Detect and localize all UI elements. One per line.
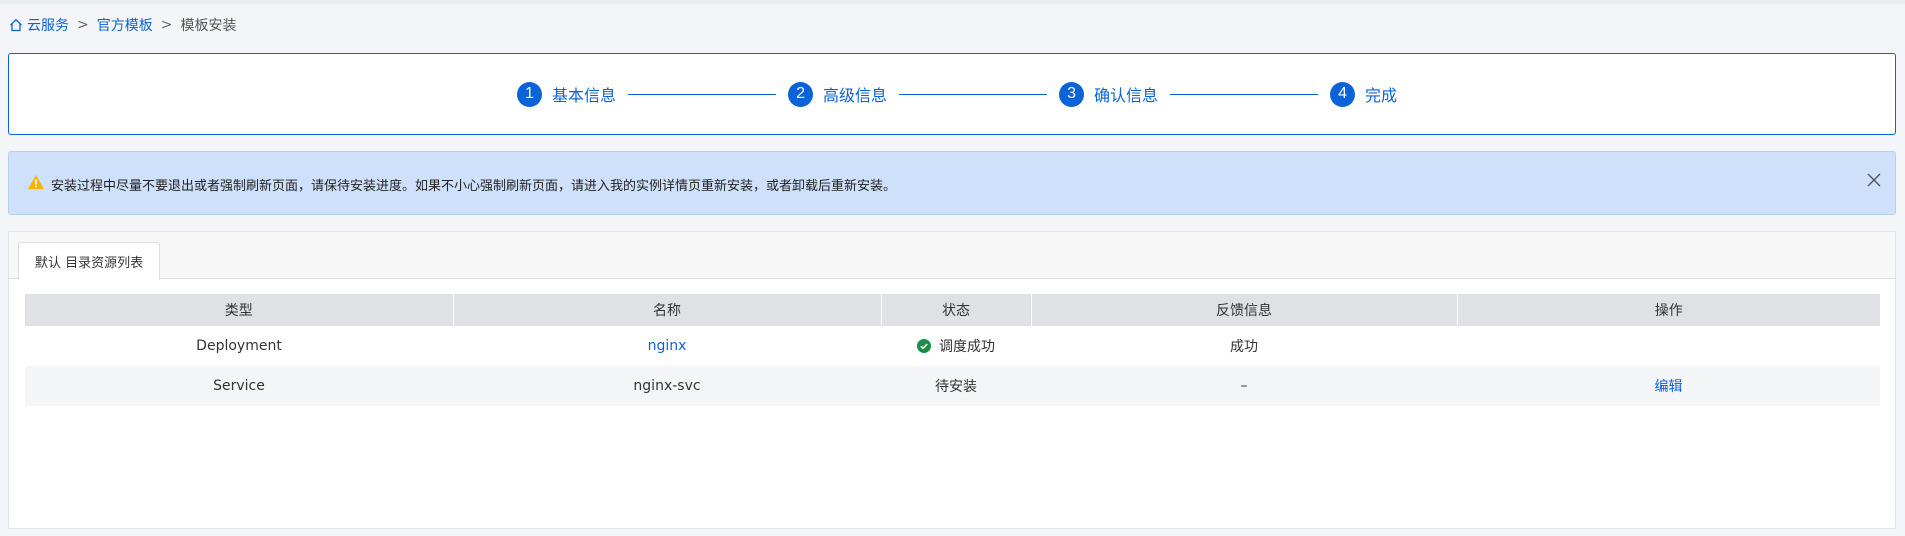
step-label: 基本信息: [552, 86, 617, 105]
alert-text: 安装过程中尽量不要退出或者强制刷新页面，请保待安装进度。如果不小心强制刷新页面，…: [51, 179, 897, 194]
status-text: 调度成功: [939, 338, 995, 355]
breadcrumb-official-template[interactable]: 官方模板: [97, 15, 153, 35]
close-icon[interactable]: [1863, 169, 1885, 191]
step-basic-info[interactable]: 1 基本信息: [517, 81, 617, 107]
check-circle-icon: [917, 338, 931, 353]
step-connector: [628, 93, 777, 95]
cell-action: [1457, 326, 1880, 366]
step-connector: [1170, 93, 1319, 95]
column-header-type: 类型: [25, 294, 454, 326]
step-label: 高级信息: [823, 86, 888, 105]
column-header-feedback: 反馈信息: [1031, 294, 1458, 326]
resource-panel: 默认 目录资源列表 类型 名称 状态 反馈信息 操作 Deployment ng…: [8, 231, 1896, 529]
column-header-action: 操作: [1457, 294, 1880, 326]
top-bar: [0, 0, 1905, 4]
cell-type: Service: [25, 366, 453, 406]
table-row: Service nginx-svc 待安装 – 编辑: [25, 366, 1880, 406]
breadcrumb-separator: >: [77, 17, 89, 33]
breadcrumb-current: 模板安装: [180, 18, 237, 34]
cell-feedback: 成功: [1230, 339, 1258, 355]
edit-link[interactable]: 编辑: [1655, 379, 1683, 395]
tab-default-resource-list[interactable]: 默认 目录资源列表: [18, 242, 161, 280]
step-complete[interactable]: 4 完成: [1330, 81, 1398, 107]
warning-icon: [27, 174, 45, 190]
step-number: 1: [517, 81, 542, 107]
cell-type: Deployment: [196, 338, 282, 354]
step-confirm-info[interactable]: 3 确认信息: [1059, 81, 1159, 107]
status-success: 调度成功: [917, 336, 995, 356]
home-icon[interactable]: [9, 18, 23, 32]
step-connector: [899, 93, 1048, 95]
resource-name-link[interactable]: nginx: [648, 338, 687, 354]
resource-table: 类型 名称 状态 反馈信息 操作 Deployment nginx 调度成功 成…: [25, 294, 1880, 406]
breadcrumb-separator: >: [160, 17, 173, 33]
table-header-row: 类型 名称 状态 反馈信息 操作: [25, 294, 1880, 326]
cell-name: nginx-svc: [453, 366, 881, 406]
column-header-name: 名称: [453, 294, 882, 326]
step-number: 2: [788, 81, 814, 107]
step-number: 3: [1059, 81, 1085, 107]
cell-status: 待安装: [881, 366, 1031, 406]
column-header-status: 状态: [881, 294, 1032, 326]
breadcrumb: 云服务 > 官方模板 > 模板安装: [9, 15, 236, 35]
install-warning-alert: 安装过程中尽量不要退出或者强制刷新页面，请保待安装进度。如果不小心强制刷新页面，…: [8, 151, 1896, 215]
breadcrumb-cloud-service[interactable]: 云服务: [27, 15, 69, 35]
tab-bar: 默认 目录资源列表: [9, 232, 1895, 280]
table-row: Deployment nginx 调度成功 成功: [25, 326, 1880, 366]
step-label: 完成: [1365, 86, 1398, 105]
cell-feedback: –: [1031, 366, 1457, 406]
step-number: 4: [1330, 81, 1356, 107]
step-indicator: 1 基本信息 2 高级信息 3 确认信息 4 完成: [8, 53, 1896, 135]
step-advanced-info[interactable]: 2 高级信息: [788, 81, 888, 107]
steps: 1 基本信息 2 高级信息 3 确认信息 4 完成: [517, 81, 1397, 107]
step-label: 确认信息: [1094, 86, 1159, 105]
